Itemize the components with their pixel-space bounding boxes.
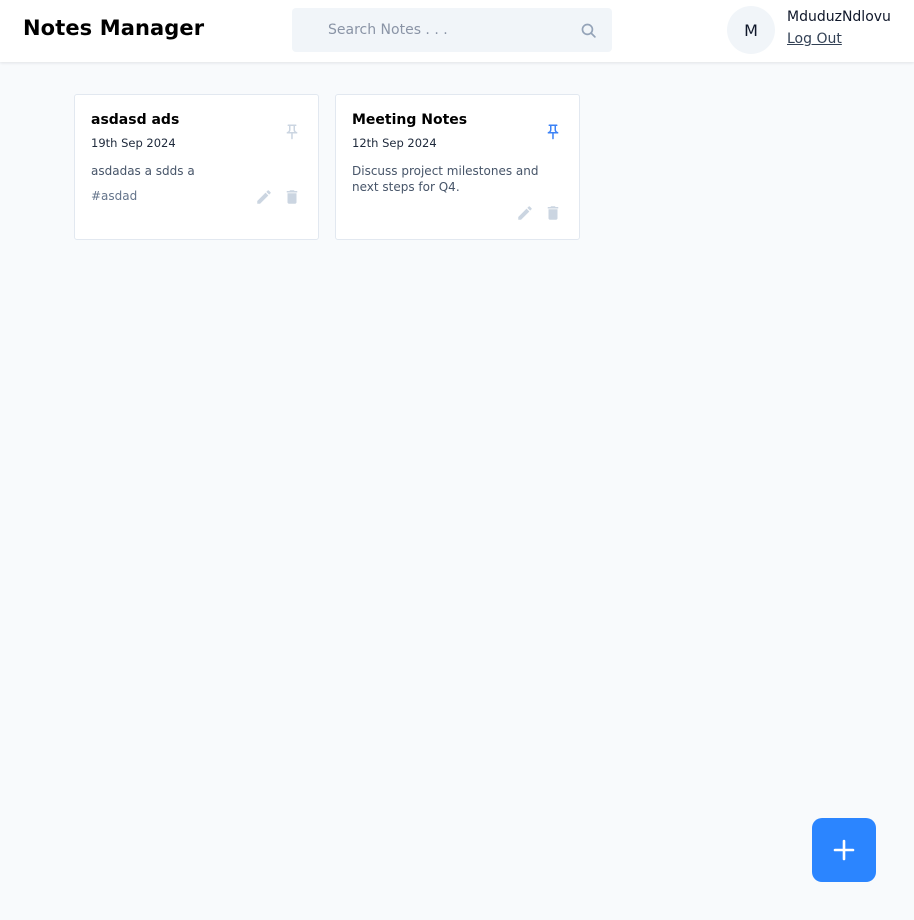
delete-icon[interactable]: [283, 188, 301, 206]
note-title: asdasd ads: [91, 112, 180, 128]
logout-link[interactable]: Log Out: [787, 31, 842, 47]
avatar: M: [727, 6, 775, 54]
search-bar: [292, 8, 612, 52]
search-input[interactable]: [292, 8, 572, 52]
edit-icon[interactable]: [516, 204, 534, 222]
note-title: Meeting Notes: [352, 112, 468, 128]
note-tags: #asdad: [91, 189, 138, 203]
note-card[interactable]: asdasd ads 19th Sep 2024 asdadas a sdds …: [74, 94, 319, 240]
search-icon[interactable]: [580, 22, 597, 39]
delete-icon[interactable]: [544, 204, 562, 222]
pin-icon[interactable]: [544, 123, 562, 141]
pin-icon[interactable]: [283, 123, 301, 141]
note-content: asdadas a sdds a: [91, 164, 195, 178]
note-date: 12th Sep 2024: [352, 136, 437, 150]
note-card[interactable]: Meeting Notes 12th Sep 2024 Discuss proj…: [335, 94, 580, 240]
user-name: MduduzNdlovu: [787, 9, 891, 25]
edit-icon[interactable]: [255, 188, 273, 206]
plus-icon: [833, 839, 855, 861]
add-note-button[interactable]: [812, 818, 876, 882]
note-date: 19th Sep 2024: [91, 136, 176, 150]
avatar-initial: M: [744, 20, 758, 40]
top-navbar: Notes Manager M MduduzNdlovu Log Out: [0, 0, 914, 62]
app-title: Notes Manager: [23, 16, 205, 40]
note-content: Discuss project milestones and next step…: [352, 164, 539, 194]
